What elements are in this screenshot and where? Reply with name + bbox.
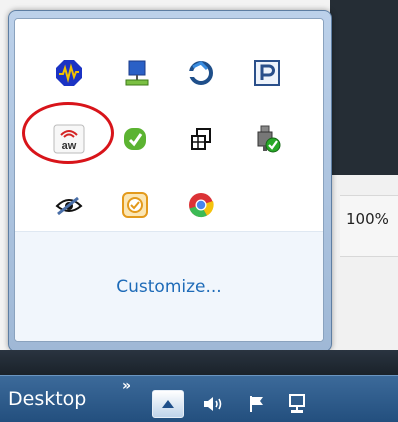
customize-link[interactable]: Customize... xyxy=(15,277,323,297)
show-hidden-icons-button[interactable] xyxy=(152,390,184,418)
usb-checkmark-icon[interactable] xyxy=(247,121,287,157)
windows-tiles-icon[interactable] xyxy=(181,121,221,157)
network-icon[interactable] xyxy=(284,392,310,416)
p-letter-icon[interactable] xyxy=(247,55,287,91)
orange-check-icon[interactable] xyxy=(115,187,155,223)
eye-pen-icon[interactable] xyxy=(49,187,89,223)
action-flag-icon[interactable] xyxy=(244,392,270,416)
tray-icon-grid: aw xyxy=(15,19,323,231)
refresh-e-icon[interactable] xyxy=(181,55,221,91)
green-leaf-icon[interactable] xyxy=(115,121,155,157)
aw-icon[interactable]: aw xyxy=(49,121,89,157)
toolbar-overflow-chevron-icon[interactable]: » xyxy=(122,378,131,394)
audio-waveform-icon[interactable] xyxy=(49,55,89,91)
zoom-level: 100% xyxy=(346,210,389,228)
network-computer-icon[interactable] xyxy=(117,55,157,91)
chrome-icon[interactable] xyxy=(181,187,221,223)
popup-content: aw Customize... xyxy=(14,18,324,342)
aw-badge-text: aw xyxy=(62,140,77,152)
taskbar-upper-strip xyxy=(0,350,398,375)
speaker-icon[interactable] xyxy=(200,392,226,416)
triangle-up-icon xyxy=(162,400,174,408)
desktop-background-dark xyxy=(330,0,398,175)
desktop-toolbar-label[interactable]: Desktop xyxy=(8,388,86,410)
